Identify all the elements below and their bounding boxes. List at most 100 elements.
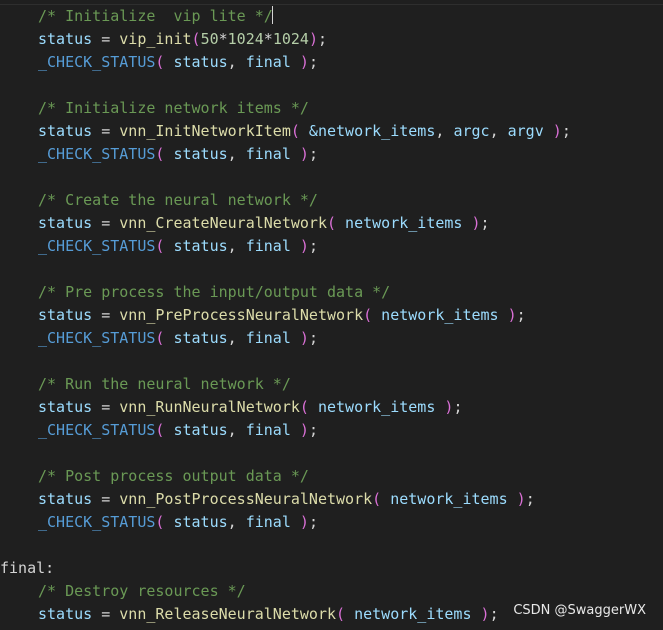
code-line-empty[interactable]: [0, 350, 663, 373]
code-bracket: ): [308, 30, 318, 48]
code-line[interactable]: /* Run the neural network */: [0, 373, 663, 396]
code-bracket: (: [155, 421, 165, 439]
code-bracket: (: [290, 122, 300, 140]
code-comment: /* Run the neural network */: [38, 375, 291, 393]
code-bracket: (: [299, 398, 309, 416]
code-line-empty[interactable]: [0, 442, 663, 465]
code-line[interactable]: status = vnn_RunNeuralNetwork( network_i…: [0, 396, 663, 419]
code-line[interactable]: _CHECK_STATUS( status, final );: [0, 51, 663, 74]
code-editor[interactable]: /* Initialize vip lite */ status = vip_i…: [0, 0, 663, 630]
code-bracket: (: [327, 214, 337, 232]
code-line[interactable]: /* Initialize vip lite */: [0, 5, 663, 28]
code-punctuation: ;: [308, 329, 318, 347]
code-bracket: ): [435, 398, 454, 416]
code-punctuation: ;: [453, 398, 463, 416]
code-number: 1024: [227, 30, 264, 48]
code-line[interactable]: /* Post process output data */: [0, 465, 663, 488]
code-macro: _CHECK_STATUS: [38, 145, 156, 163]
code-punctuation: ;: [308, 145, 318, 163]
code-variable: network_items: [308, 398, 436, 416]
code-variable: status: [173, 53, 228, 71]
code-line[interactable]: /* Create the neural network */: [0, 189, 663, 212]
code-comment: /* Destroy resources */: [38, 582, 246, 600]
code-variable: network_items: [381, 490, 508, 508]
code-operator: *: [218, 30, 228, 48]
code-function-call: vnn_PreProcessNeuralNetwork: [119, 306, 364, 324]
code-line[interactable]: status = vnn_CreateNeuralNetwork( networ…: [0, 212, 663, 235]
code-line-empty[interactable]: [0, 166, 663, 189]
code-punctuation: ,: [227, 513, 246, 531]
code-operator: =: [92, 214, 120, 232]
code-variable: status: [38, 30, 93, 48]
code-variable: final: [245, 145, 291, 163]
code-punctuation: ,: [227, 329, 246, 347]
code-variable: status: [173, 421, 228, 439]
code-punctuation: ,: [435, 122, 454, 140]
code-operator: =: [92, 490, 120, 508]
code-comment: /* Create the neural network */: [38, 191, 318, 209]
code-function-call: vip_init: [119, 30, 192, 48]
code-punctuation: ;: [308, 513, 318, 531]
code-line[interactable]: _CHECK_STATUS( status, final );: [0, 511, 663, 534]
code-line-empty[interactable]: [0, 258, 663, 281]
code-bracket: (: [155, 237, 165, 255]
code-variable: status: [173, 237, 228, 255]
watermark: CSDN @SwaggerWX: [513, 603, 646, 618]
code-line[interactable]: final:: [0, 557, 663, 580]
code-line[interactable]: _CHECK_STATUS( status, final );: [0, 235, 663, 258]
code-line-empty[interactable]: [0, 534, 663, 557]
code-variable: &network_items: [299, 122, 436, 140]
code-line-empty[interactable]: [0, 74, 663, 97]
code-bracket: ): [290, 237, 309, 255]
code-bracket: ): [290, 513, 309, 531]
code-bracket: (: [363, 306, 373, 324]
code-punctuation: ;: [308, 421, 318, 439]
code-line[interactable]: status = vnn_InitNetworkItem( &network_i…: [0, 120, 663, 143]
code-macro: _CHECK_STATUS: [38, 421, 156, 439]
code-punctuation: ,: [227, 53, 246, 71]
code-punctuation: ;: [480, 214, 490, 232]
code-macro: _CHECK_STATUS: [38, 513, 156, 531]
code-bracket: (: [372, 490, 382, 508]
code-variable: network_items: [372, 306, 499, 324]
code-operator: =: [92, 30, 120, 48]
code-operator: =: [92, 122, 120, 140]
code-variable: status: [173, 329, 228, 347]
code-line[interactable]: status = vip_init(50*1024*1024);: [0, 28, 663, 51]
code-punctuation: ,: [227, 237, 246, 255]
code-variable: network_items: [336, 214, 463, 232]
code-macro: _CHECK_STATUS: [38, 329, 156, 347]
code-variable: status: [38, 490, 93, 508]
code-macro: _CHECK_STATUS: [38, 53, 156, 71]
code-line[interactable]: _CHECK_STATUS( status, final );: [0, 143, 663, 166]
code-line[interactable]: /* Pre process the input/output data */: [0, 281, 663, 304]
code-variable: final: [245, 53, 291, 71]
code-function-call: vnn_PostProcessNeuralNetwork: [119, 490, 373, 508]
code-line[interactable]: _CHECK_STATUS( status, final );: [0, 419, 663, 442]
code-punctuation: ;: [317, 30, 327, 48]
code-comment: /* Initialize vip lite */: [38, 7, 273, 25]
code-operator: *: [263, 30, 273, 48]
code-bracket: ): [290, 145, 309, 163]
code-number: 50: [200, 30, 219, 48]
code-variable: final: [245, 421, 291, 439]
code-comment: /* Initialize network items */: [38, 99, 309, 117]
code-function-call: vnn_InitNetworkItem: [119, 122, 291, 140]
code-line[interactable]: /* Destroy resources */: [0, 580, 663, 603]
code-variable: final: [245, 237, 291, 255]
code-punctuation: ,: [227, 145, 246, 163]
code-bracket: ): [543, 122, 562, 140]
code-bracket: (: [155, 53, 165, 71]
code-label: final:: [0, 559, 55, 577]
code-variable: status: [38, 398, 93, 416]
code-bracket: ): [462, 214, 481, 232]
code-variable: final: [245, 513, 291, 531]
code-variable: status: [173, 145, 228, 163]
code-bracket: ): [471, 605, 490, 623]
code-line[interactable]: /* Initialize network items */: [0, 97, 663, 120]
code-bracket: ): [290, 53, 309, 71]
code-block[interactable]: /* Initialize vip lite */ status = vip_i…: [0, 5, 663, 626]
code-line[interactable]: _CHECK_STATUS( status, final );: [0, 327, 663, 350]
code-line[interactable]: status = vnn_PostProcessNeuralNetwork( n…: [0, 488, 663, 511]
code-line[interactable]: status = vnn_PreProcessNeuralNetwork( ne…: [0, 304, 663, 327]
